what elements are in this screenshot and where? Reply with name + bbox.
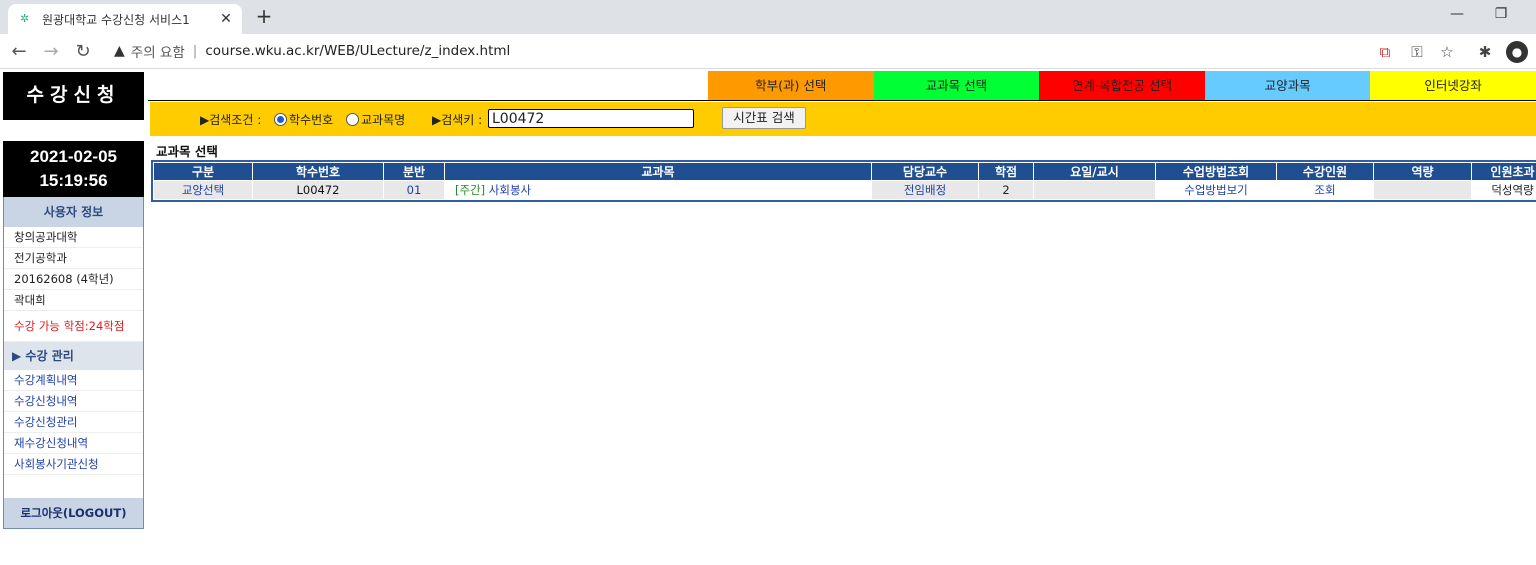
radio-course-code-label: 학수번호	[289, 113, 334, 127]
course-tag: [주간]	[455, 183, 486, 197]
user-department: 전기공학과	[4, 248, 143, 269]
top-menu: 학부(과) 선택 교과목 선택 연계·복합전공 선택 교양과목 인터넷강좌	[708, 71, 1536, 101]
site-logo[interactable]: 수강신청	[3, 72, 144, 120]
cell-overflow: 덕성역량	[1472, 181, 1536, 199]
clock-date: 2021-02-05	[30, 147, 117, 166]
header-competency: 역량	[1374, 163, 1471, 180]
server-clock: 2021-02-05 15:19:56	[3, 141, 144, 197]
cell-credits: 2	[979, 181, 1033, 199]
minimize-icon[interactable]: —	[1442, 6, 1472, 26]
tab-title: 원광대학교 수강신청 서비스1	[42, 12, 190, 27]
popup-blocked-icon[interactable]: ⧉	[1374, 41, 1396, 63]
radio-course-code-icon[interactable]	[274, 113, 287, 126]
table-header-row: 구분 학수번호 분반 교과목 담당교수 학점 요일/교시 수업방법조회 수강인원…	[154, 163, 1536, 180]
radio-course-name-label: 교과목명	[361, 113, 406, 127]
header-section: 분반	[384, 163, 444, 180]
url-text[interactable]: course.wku.ac.kr/WEB/ULecture/z_index.ht…	[205, 43, 510, 59]
security-label[interactable]: 주의 요함	[131, 41, 185, 61]
enrollment-view-link[interactable]: 조회	[1277, 181, 1373, 199]
logout-button[interactable]: 로그아웃(LOGOUT)	[4, 498, 143, 528]
header-course: 교과목	[445, 163, 871, 180]
search-key-label: ▶검색키 :	[432, 113, 483, 127]
sidebar-link-registrations[interactable]: 수강신청내역	[4, 391, 143, 412]
table-row[interactable]: 교양선택 L00472 01 [주간] 사회봉사 전임배정 2 수업방법보기 조…	[154, 181, 1536, 199]
forward-icon[interactable]: →	[40, 41, 62, 63]
key-icon[interactable]: ⚿	[1406, 41, 1428, 63]
reload-icon[interactable]: ↻	[72, 41, 94, 63]
header-course-code: 학수번호	[253, 163, 383, 180]
browser-tab[interactable]: ✲ 원광대학교 수강신청 서비스1 ✕	[8, 4, 242, 34]
header-category: 구분	[154, 163, 252, 180]
site-favicon-icon: ✲	[20, 12, 30, 25]
menu-course-select[interactable]: 교과목 선택	[873, 71, 1040, 101]
sidebar-link-volunteer[interactable]: 사회봉사기관신청	[4, 454, 143, 475]
sidebar-link-manage[interactable]: 수강신청관리	[4, 412, 143, 433]
menu-divider	[148, 100, 1536, 101]
page-content: 수강신청 2021-02-05 15:19:56 사용자 정보 창의공과대학 전…	[0, 69, 1536, 565]
method-view-link[interactable]: 수업방법보기	[1156, 181, 1276, 199]
warning-icon[interactable]: ▲	[114, 43, 125, 59]
tab-close-icon[interactable]: ✕	[216, 11, 236, 27]
sidebar-link-retake[interactable]: 재수강신청내역	[4, 433, 143, 454]
profile-avatar-icon[interactable]: ●	[1506, 41, 1528, 63]
menu-liberal-arts[interactable]: 교양과목	[1204, 71, 1371, 101]
user-college: 창의공과대학	[4, 227, 143, 248]
cell-competency	[1374, 181, 1471, 199]
browser-tabstrip: ✲ 원광대학교 수강신청 서비스1 ✕ + — ❐	[0, 0, 1536, 34]
cell-category: 교양선택	[154, 181, 252, 199]
course-table: 구분 학수번호 분반 교과목 담당교수 학점 요일/교시 수업방법조회 수강인원…	[151, 160, 1536, 202]
search-bar: ▶검색조건 : 학수번호 교과목명 ▶검색키 : L00472 시간표 검색	[150, 102, 1536, 136]
radio-course-name-icon[interactable]	[346, 113, 359, 126]
credit-notice: 수강 가능 학점:24학점	[4, 311, 143, 342]
search-key-input[interactable]: L00472	[488, 109, 694, 128]
header-overflow: 인원초과	[1472, 163, 1536, 180]
timetable-search-button[interactable]: 시간표 검색	[722, 107, 806, 129]
sidebar-link-plan[interactable]: 수강계획내역	[4, 370, 143, 391]
menu-internet-course[interactable]: 인터넷강좌	[1370, 71, 1536, 101]
menu-department-select[interactable]: 학부(과) 선택	[708, 71, 874, 101]
management-heading: ▶ 수강 관리	[4, 342, 143, 370]
user-student-id: 20162608 (4학년)	[4, 269, 143, 290]
section-title: 교과목 선택	[156, 144, 218, 159]
menu-linked-major-select[interactable]: 연계·복합전공 선택	[1039, 71, 1205, 101]
search-condition-label: ▶검색조건 :	[200, 113, 262, 127]
header-professor: 담당교수	[872, 163, 978, 180]
header-schedule: 요일/교시	[1034, 163, 1155, 180]
back-icon[interactable]: ←	[8, 41, 30, 63]
cell-schedule	[1034, 181, 1155, 199]
course-name-link[interactable]: 사회봉사	[489, 183, 531, 197]
header-method: 수업방법조회	[1156, 163, 1276, 180]
address-bar[interactable]: ▲ 주의 요함 | course.wku.ac.kr/WEB/ULecture/…	[104, 37, 1360, 65]
clock-time: 15:19:56	[39, 171, 108, 190]
new-tab-icon[interactable]: +	[252, 5, 276, 29]
address-separator: |	[192, 43, 198, 59]
radio-course-code[interactable]: 학수번호	[274, 111, 333, 128]
browser-toolbar: ← → ↻ ▲ 주의 요함 | course.wku.ac.kr/WEB/ULe…	[0, 34, 1536, 69]
header-enrollment: 수강인원	[1277, 163, 1373, 180]
cell-course-code: L00472	[253, 181, 383, 199]
user-name: 곽대희	[4, 290, 143, 311]
extensions-icon[interactable]: ✱	[1474, 41, 1496, 63]
user-info-heading: 사용자 정보	[4, 197, 143, 227]
cell-course[interactable]: [주간] 사회봉사	[445, 181, 871, 199]
restore-icon[interactable]: ❐	[1486, 6, 1516, 26]
radio-course-name[interactable]: 교과목명	[346, 111, 405, 128]
user-panel: 사용자 정보 창의공과대학 전기공학과 20162608 (4학년) 곽대희 수…	[3, 197, 144, 529]
bookmark-star-icon[interactable]: ☆	[1436, 41, 1458, 63]
cell-professor: 전임배정	[872, 181, 978, 199]
cell-section: 01	[384, 181, 444, 199]
header-credits: 학점	[979, 163, 1033, 180]
